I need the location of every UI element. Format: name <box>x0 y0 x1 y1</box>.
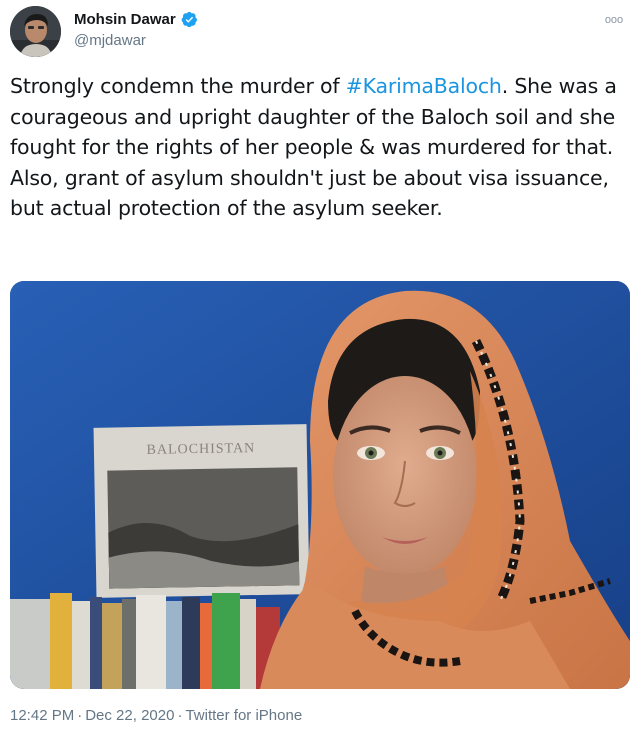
hashtag-link[interactable]: #KarimaBaloch <box>346 74 502 98</box>
more-options-icon[interactable]: ooo <box>604 14 624 26</box>
meta-separator-2: · <box>177 707 183 724</box>
face <box>333 376 477 576</box>
book-title: BALOCHISTAN <box>146 441 255 458</box>
user-names: Mohsin Dawar @mjdawar <box>74 8 198 49</box>
book-cover: BALOCHISTAN <box>93 424 310 598</box>
display-name-row: Mohsin Dawar <box>74 8 198 30</box>
verified-badge-icon <box>181 11 197 27</box>
avatar[interactable] <box>10 6 61 57</box>
tweet-header: Mohsin Dawar @mjdawar ooo <box>10 4 630 60</box>
tweet: Mohsin Dawar @mjdawar ooo Strongly conde… <box>0 0 640 749</box>
user-handle[interactable]: @mjdawar <box>74 32 198 49</box>
tweet-date[interactable]: Dec 22, 2020 <box>85 707 174 724</box>
tweet-time[interactable]: 12:42 PM <box>10 707 74 724</box>
tweet-text-before: Strongly condemn the murder of <box>10 74 346 98</box>
tweet-photo[interactable]: BALOCHISTAN <box>10 281 630 689</box>
tweet-meta: 12:42 PM · Dec 22, 2020 · Twitter for iPhone <box>10 707 302 724</box>
books-row <box>10 593 280 689</box>
avatar-image <box>10 6 61 57</box>
meta-separator: · <box>77 707 83 724</box>
tweet-source-link[interactable]: Twitter for iPhone <box>185 707 302 724</box>
photo-image: BALOCHISTAN <box>10 281 630 689</box>
display-name[interactable]: Mohsin Dawar <box>74 11 176 28</box>
tweet-text: Strongly condemn the murder of #KarimaBa… <box>10 71 625 224</box>
